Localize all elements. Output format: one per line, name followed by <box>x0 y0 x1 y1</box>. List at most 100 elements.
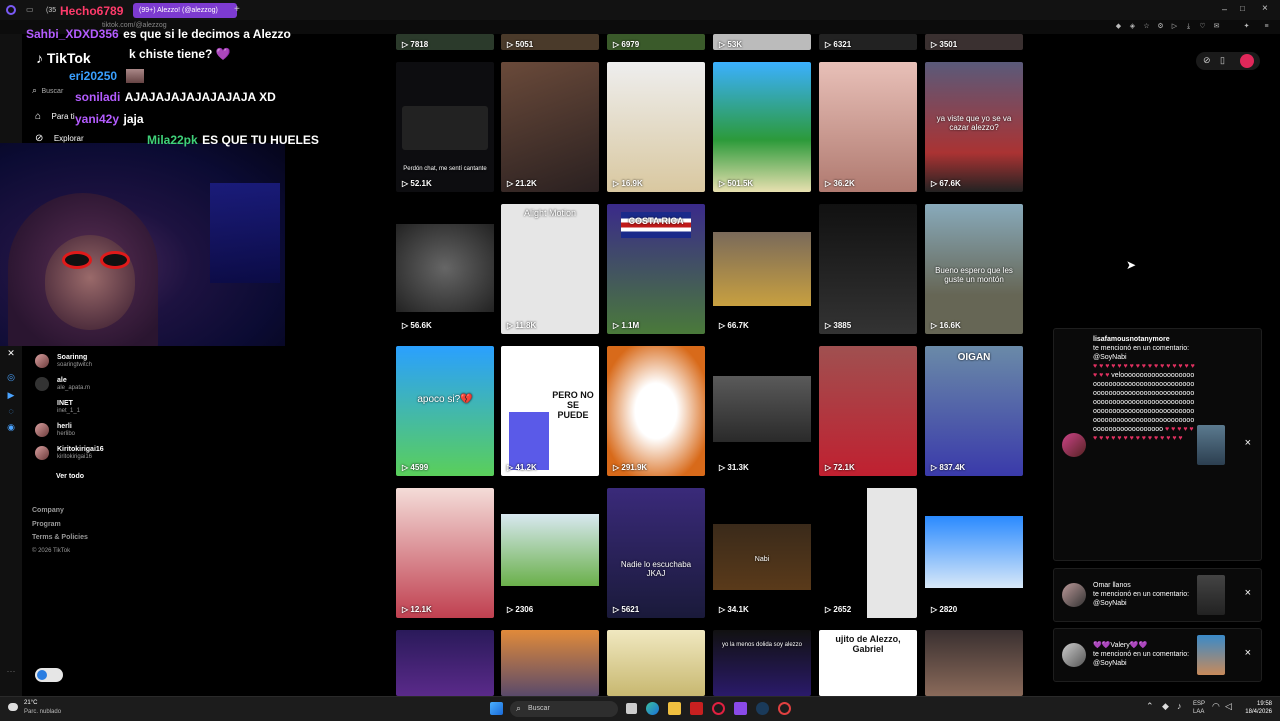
video-tile[interactable]: ▷ 5051 <box>501 34 599 50</box>
video-tile[interactable]: Alight Motion ▷ 11.8K <box>501 204 599 334</box>
video-tile[interactable]: ▷ 36.2K <box>819 62 917 192</box>
toggle-widget[interactable] <box>35 668 63 682</box>
video-caption: ya viste que yo se va cazar alezzo? <box>936 114 1012 132</box>
heart-icon[interactable]: ♡ <box>1198 22 1207 31</box>
circle-icon[interactable]: ◎ <box>6 372 16 382</box>
video-tile[interactable]: ya viste que yo se va cazar alezzo? ▷ 67… <box>925 62 1023 192</box>
play-circle-icon[interactable]: ▶ <box>6 390 16 400</box>
video-tile[interactable]: ▷ 2820 <box>925 488 1023 618</box>
folder-icon[interactable] <box>668 702 681 715</box>
more-icon[interactable]: ⋯ <box>6 666 16 676</box>
minimize-icon[interactable]: – <box>1222 4 1227 14</box>
speaker-icon[interactable]: ◁ <box>1225 701 1232 712</box>
video-tile[interactable]: ▷ 72.1K <box>819 346 917 476</box>
notification-card[interactable]: 💜💜Valery💜💜 te mencionó en un comentario:… <box>1053 628 1262 682</box>
close-window-icon[interactable]: × <box>1262 3 1268 14</box>
video-tile[interactable]: ▷ 7818 <box>396 34 494 50</box>
video-tile[interactable]: ▷ 31.3K <box>713 346 811 476</box>
footer-link-terms[interactable]: Terms & Policies <box>32 531 88 545</box>
gear-icon[interactable]: ⚙ <box>1156 22 1165 31</box>
video-tile[interactable]: OIGAN ▷ 837.4K <box>925 346 1023 476</box>
video-tile[interactable]: ▷ 21.2K <box>501 62 599 192</box>
weather-temp: 21°C <box>24 700 38 706</box>
extension-icon[interactable]: ◆ <box>1114 22 1123 31</box>
video-tile[interactable]: ▷ 12.1K <box>396 488 494 618</box>
steam-icon[interactable] <box>756 702 769 715</box>
maximize-icon[interactable]: □ <box>1240 4 1245 13</box>
video-tile[interactable] <box>501 630 599 696</box>
chat-icon[interactable]: ✉ <box>1212 22 1221 31</box>
chat-message: es que si le decimos a Alezzo <box>123 27 291 41</box>
phone-icon[interactable]: ▯ <box>1220 55 1225 66</box>
search-input[interactable]: Buscar <box>42 88 64 95</box>
video-tile[interactable] <box>607 630 705 696</box>
video-tile[interactable]: ▷ 3885 <box>819 204 917 334</box>
record-icon[interactable] <box>1240 54 1254 68</box>
video-tile[interactable]: ujito de Alezzo, Gabriel <box>819 630 917 696</box>
taskbar-search-input[interactable]: Buscar <box>528 705 550 712</box>
video-tile[interactable]: yo la menos dolida soy alezzo <box>713 630 811 696</box>
chevron-up-icon[interactable]: ⌃ <box>1146 701 1154 712</box>
video-tile[interactable]: ▷ 6979 <box>607 34 705 50</box>
browser-menu-icon[interactable]: ▭ <box>26 5 34 14</box>
x-icon[interactable]: ✕ <box>6 348 16 358</box>
notification-card[interactable]: Omar llanos te mencionó en un comentario… <box>1053 568 1262 622</box>
bookmark-icon[interactable]: ☆ <box>1142 22 1151 31</box>
video-tile[interactable]: apoco si?💔 ▷ 4599 <box>396 346 494 476</box>
nav-label: Explorar <box>53 134 84 143</box>
language-indicator[interactable]: ESP LAA <box>1193 700 1205 716</box>
app-red-icon[interactable] <box>690 702 703 715</box>
video-tile[interactable] <box>925 630 1023 696</box>
video-tile[interactable]: ▷ 66.7K <box>713 204 811 334</box>
play-icon[interactable]: ▷ <box>1170 22 1179 31</box>
download-icon[interactable]: ⤓ <box>1184 22 1193 31</box>
video-tile[interactable]: ▷ 501.5K <box>713 62 811 192</box>
windows-start-icon[interactable] <box>490 702 503 715</box>
taskbar-search[interactable]: ⌕ Buscar <box>510 701 618 717</box>
sky-thumb <box>925 516 1023 588</box>
browser-logo-icon[interactable] <box>6 5 16 15</box>
opera-icon[interactable] <box>712 702 725 715</box>
see-all-link[interactable]: Ver todo <box>56 473 84 480</box>
video-tile[interactable]: Perdón chat, me sentí cantante ▷ 52.1K <box>396 62 494 192</box>
discord-icon[interactable] <box>734 702 747 715</box>
nav-for-you[interactable]: ⌂ Para ti <box>35 106 75 124</box>
app-gear-icon[interactable] <box>778 702 791 715</box>
video-tile[interactable]: ▷ 3501 <box>925 34 1023 50</box>
wifi-icon[interactable]: ◠ <box>1212 701 1220 712</box>
video-tile[interactable]: PERO NO SE PUEDE ▷ 41.2K <box>501 346 599 476</box>
nav-label: Para ti <box>51 112 75 121</box>
volume-icon[interactable]: ♪ <box>1177 701 1182 711</box>
video-tile[interactable]: ▷ 53K <box>713 34 811 50</box>
tray-app-icon[interactable]: ◆ <box>1162 701 1169 712</box>
footer-link-program[interactable]: Program <box>32 518 88 532</box>
close-icon[interactable]: × <box>1245 437 1251 449</box>
video-tile[interactable]: COSTA RICA ▷ 1.1M <box>607 204 705 334</box>
notification-card[interactable]: lisafamousnotanymore te mencionó en un c… <box>1053 328 1262 561</box>
instagram-icon[interactable]: ◉ <box>6 422 16 432</box>
edge-icon[interactable] <box>646 702 659 715</box>
chat-bubble-icon[interactable]: ◌ <box>6 406 16 416</box>
close-icon[interactable]: × <box>1245 647 1251 659</box>
menu-icon[interactable]: ≡ <box>1262 22 1271 31</box>
video-tile[interactable]: Bueno espero que les guste un montón ▷ 1… <box>925 204 1023 334</box>
clock[interactable]: 19:58 18/4/2026 <box>1240 700 1272 716</box>
ai-icon[interactable]: ✦ <box>1242 22 1251 31</box>
tiktok-logo[interactable]: ♪ TikTok <box>36 50 91 66</box>
shield-icon[interactable]: ◈ <box>1128 22 1137 31</box>
video-tile[interactable] <box>396 630 494 696</box>
video-tile[interactable]: Nadie lo escuchaba JKAJ ▷ 5621 <box>607 488 705 618</box>
new-tab-button[interactable]: + <box>234 4 240 15</box>
tab-alezzo[interactable]: (99+) Alezzo! (@alezzog) <box>133 3 237 18</box>
video-tile[interactable]: ▷ 56.6K <box>396 204 494 334</box>
video-tile[interactable]: ▷ 2652 <box>819 488 917 618</box>
video-tile[interactable]: ▷ 2306 <box>501 488 599 618</box>
video-tile[interactable]: ▷ 16.9K <box>607 62 705 192</box>
video-tile[interactable]: ▷ 6321 <box>819 34 917 50</box>
video-tile[interactable]: ▷ 291.9K <box>607 346 705 476</box>
compass-icon[interactable]: ⊘ <box>1203 55 1211 66</box>
footer-link-company[interactable]: Company <box>32 504 88 518</box>
video-tile[interactable]: Nabi ▷ 34.1K <box>713 488 811 618</box>
close-icon[interactable]: × <box>1245 587 1251 599</box>
task-view-icon[interactable] <box>626 703 637 714</box>
